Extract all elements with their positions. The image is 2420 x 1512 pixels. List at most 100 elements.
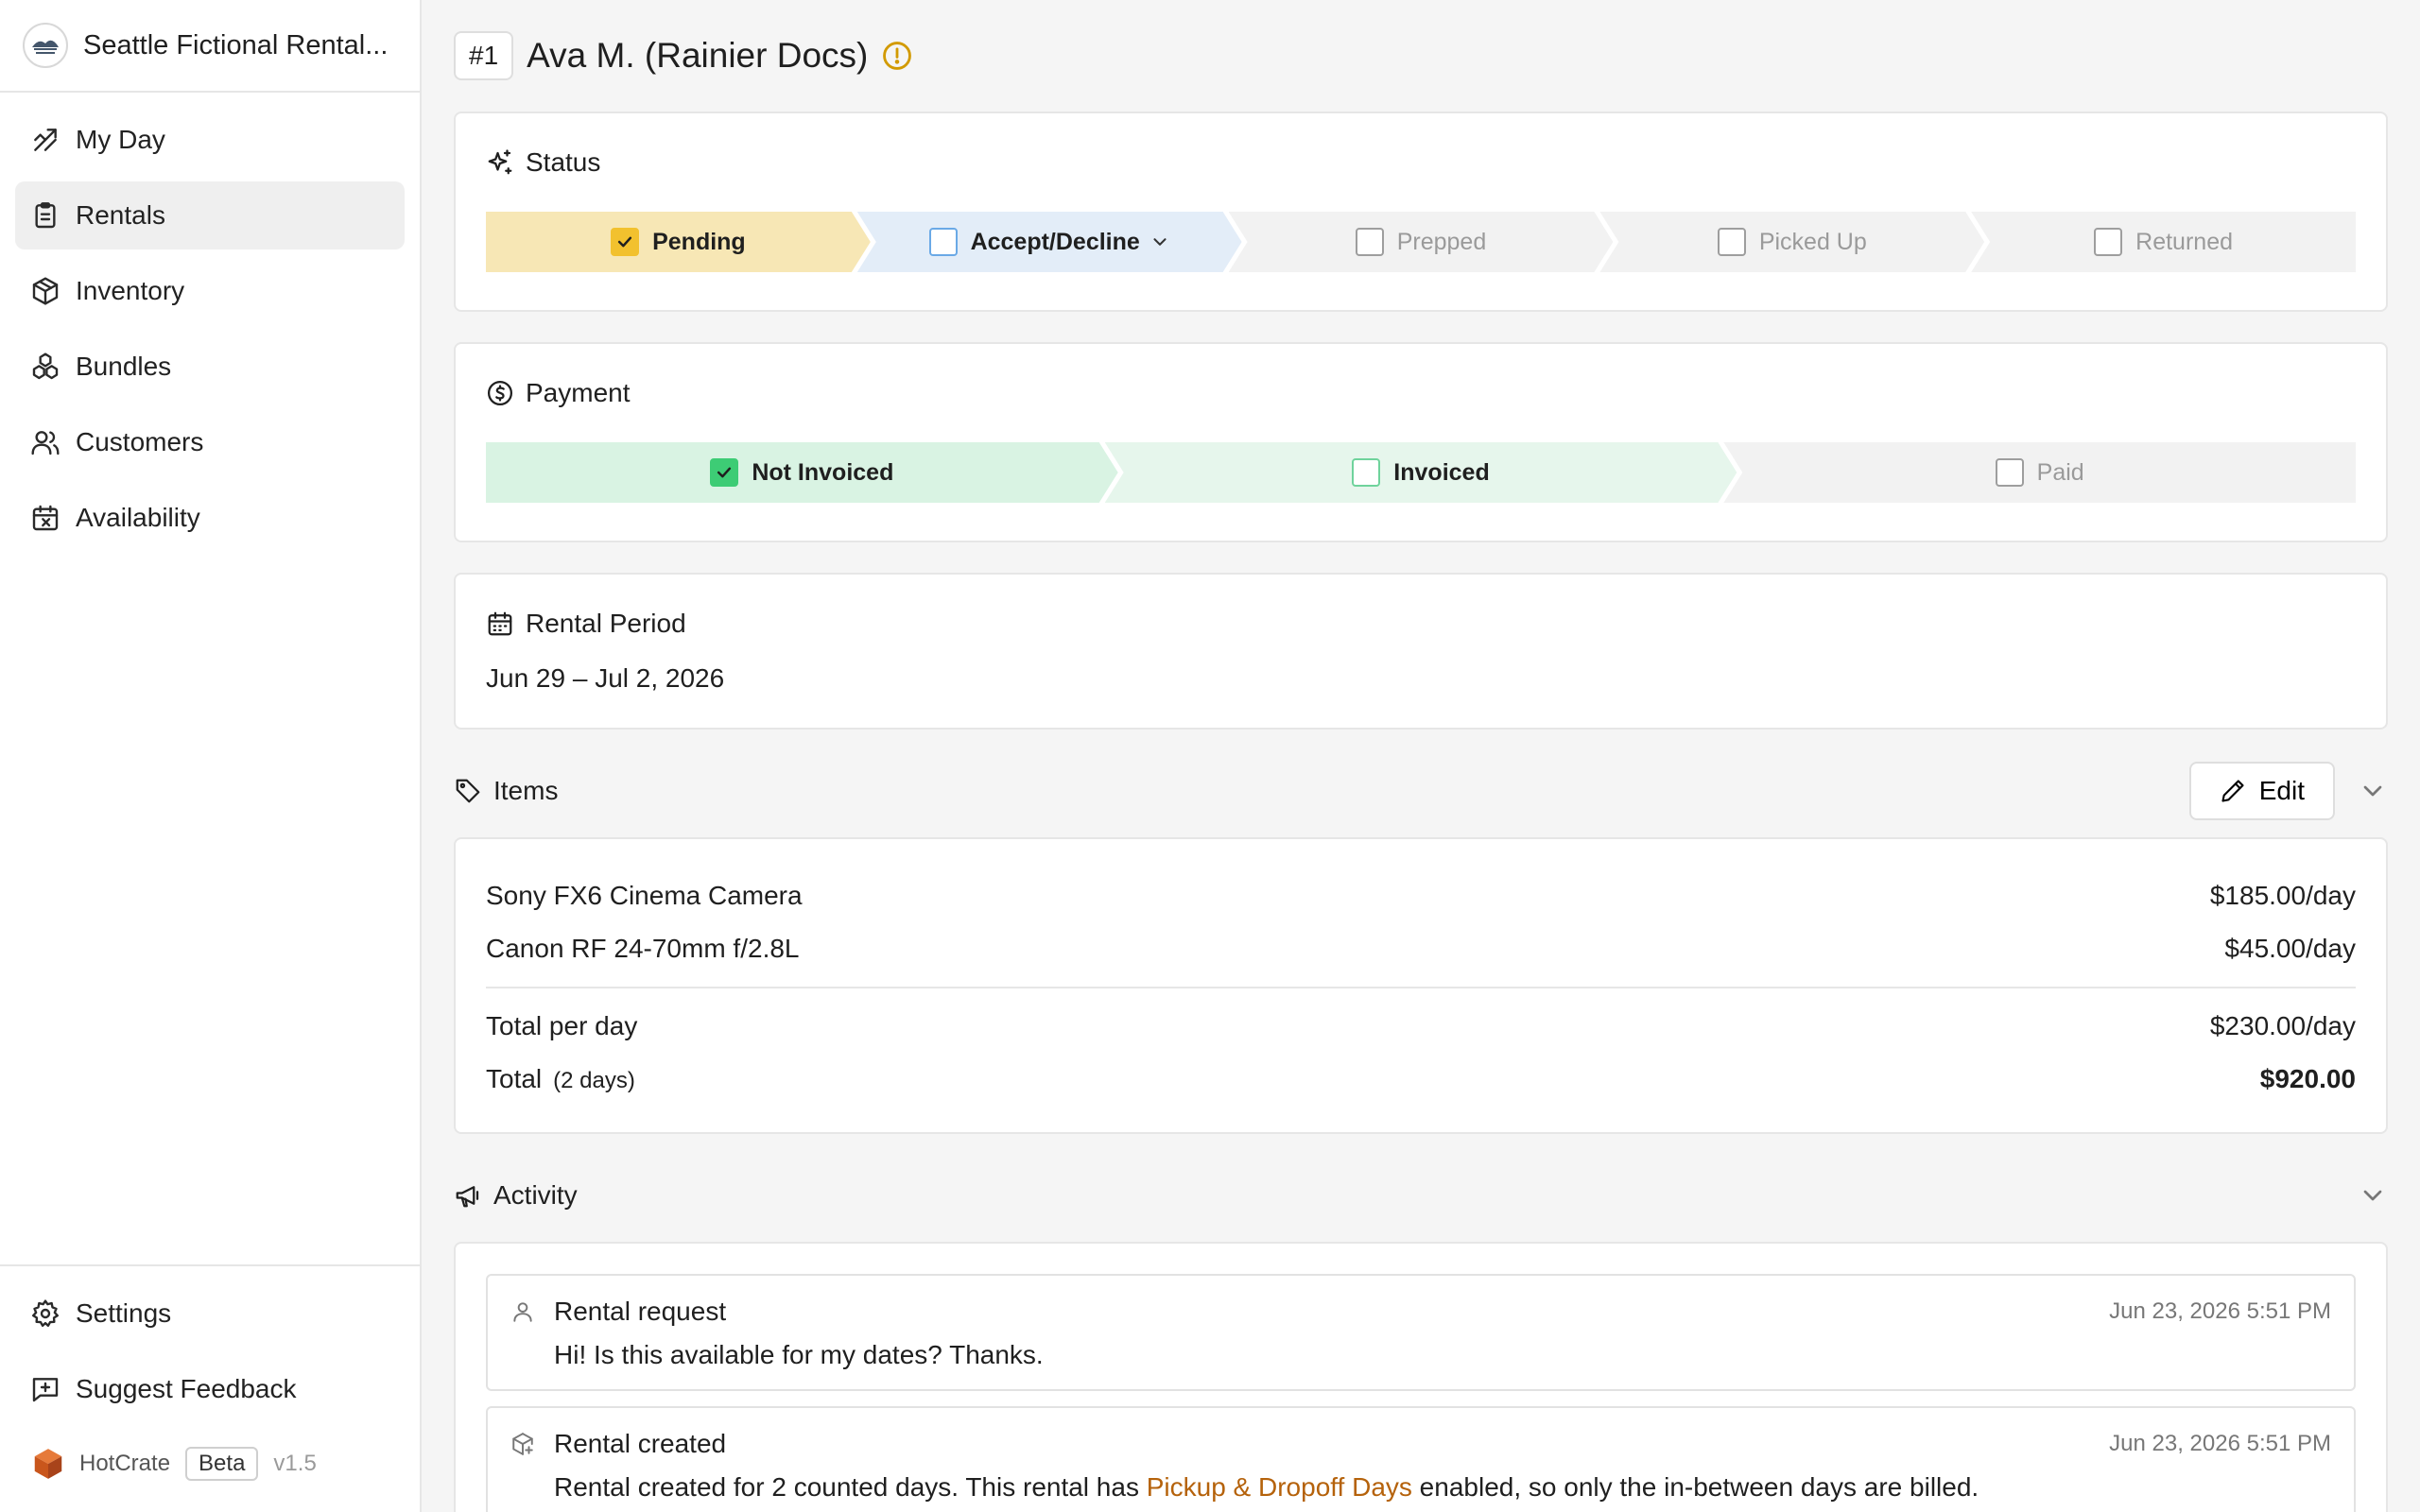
step-label: Invoiced (1393, 458, 1490, 486)
step-label: Accept/Decline (970, 228, 1140, 255)
checkbox (1352, 458, 1380, 487)
activity-body-text: Rental created for 2 counted days. This … (554, 1472, 1147, 1502)
activity-title-text: Rental request (554, 1297, 727, 1326)
status-step-returned[interactable]: Returned (1971, 212, 2356, 272)
sidebar-item-availability[interactable]: Availability (15, 484, 405, 552)
org-logo (23, 23, 68, 68)
activity-timestamp: Jun 23, 2026 5:51 PM (2109, 1431, 2331, 1456)
sidebar-item-bundles[interactable]: Bundles (15, 333, 405, 401)
status-step-accept-decline[interactable]: Accept/Decline (857, 212, 1242, 272)
clipboard-icon (35, 202, 56, 229)
items-title: Items (493, 776, 559, 805)
org-switcher[interactable]: Seattle Fictional Rental... (0, 0, 420, 93)
activity-entry: Rental request Jun 23, 2026 5:51 PM Hi! … (486, 1274, 2356, 1391)
sidebar-item-suggest-feedback[interactable]: Suggest Feedback (15, 1355, 405, 1423)
rental-period-card: Rental Period Jun 29 – Jul 2, 2026 (454, 573, 2388, 730)
boxes-icon (32, 352, 59, 380)
sidebar-item-label: Customers (76, 427, 204, 456)
items-card: Sony FX6 Cinema Camera $185.00/day Canon… (454, 837, 2388, 1134)
item-name: Sony FX6 Cinema Camera (486, 881, 803, 910)
payment-heading: Payment (486, 344, 2356, 442)
activity-title-text: Rental created (554, 1429, 727, 1458)
rental-period-title: Rental Period (526, 609, 686, 638)
users-icon (31, 431, 60, 455)
item-price: $185.00/day (2209, 881, 2356, 910)
step-label: Not Invoiced (752, 458, 894, 486)
activity-title: Activity (493, 1180, 578, 1210)
pickup-dropoff-days-link[interactable]: Pickup & Dropoff Days (1147, 1472, 1412, 1502)
total-per-day-label: Total per day (486, 1011, 638, 1040)
rental-detail: #1 Ava M. (Rainier Docs) Status Pending … (454, 0, 2388, 1512)
status-step-prepped[interactable]: Prepped (1229, 212, 1614, 272)
beta-badge: Beta (185, 1447, 259, 1481)
total-per-day-row: Total per day $230.00/day (486, 1000, 2356, 1053)
sidebar-item-label: Suggest Feedback (76, 1374, 297, 1403)
sparkles-icon (488, 149, 512, 175)
pencil-icon (2221, 780, 2244, 802)
status-title: Status (526, 147, 601, 177)
check-icon (611, 228, 639, 256)
sidebar-item-label: Rentals (76, 200, 165, 230)
org-name: Seattle Fictional Rental... (83, 29, 389, 60)
total-days: (2 days) (553, 1068, 635, 1093)
rental-number-badge: #1 (454, 31, 514, 80)
item-row: Sony FX6 Cinema Camera $185.00/day (486, 869, 2356, 922)
sidebar-item-rentals[interactable]: Rentals (15, 181, 405, 249)
feedback-plus-icon (32, 1378, 59, 1402)
checkbox (2094, 228, 2123, 256)
status-heading: Status (486, 113, 2356, 212)
step-label: Returned (2135, 228, 2234, 255)
step-label: Pending (652, 228, 746, 255)
activity-body-text: enabled, so only the in-between days are… (1411, 1472, 1979, 1502)
dollar-circle-icon (488, 381, 512, 405)
payment-step-not-invoiced[interactable]: Not Invoiced (486, 442, 1118, 503)
activity-body: Rental created for 2 counted days. This … (554, 1472, 2331, 1503)
alert-circle-icon[interactable] (881, 40, 913, 72)
chevron-down-icon[interactable] (2358, 1180, 2388, 1211)
hotcrate-logo-icon (34, 1449, 62, 1479)
item-price: $45.00/day (2224, 934, 2356, 963)
sidebar-item-label: Bundles (76, 352, 172, 381)
user-icon (513, 1302, 532, 1322)
sidebar: Seattle Fictional Rental... My Day Renta… (0, 0, 422, 1512)
total-value: $920.00 (2259, 1064, 2356, 1093)
activity-body: Hi! Is this available for my dates? Than… (554, 1340, 1044, 1369)
payment-step-paid[interactable]: Paid (1723, 442, 2357, 503)
package-plus-icon (512, 1433, 533, 1455)
sidebar-item-inventory[interactable]: Inventory (15, 257, 405, 325)
chevron-down-icon[interactable] (2358, 776, 2388, 806)
gear-icon (32, 1299, 59, 1327)
main-nav: My Day Rentals Inventory Bundles Custome… (0, 93, 420, 552)
chevron-down-icon (1150, 232, 1170, 252)
payment-step-invoiced[interactable]: Invoiced (1105, 442, 1737, 503)
divider (486, 987, 2356, 988)
box-icon (32, 277, 59, 305)
status-card: Status Pending Accept/Decline Prepped Pi… (454, 112, 2388, 312)
sidebar-item-my-day[interactable]: My Day (15, 106, 405, 174)
status-stepper: Pending Accept/Decline Prepped Picked Up… (486, 212, 2356, 272)
rental-period-value: Jun 29 – Jul 2, 2026 (486, 663, 725, 693)
sidebar-item-customers[interactable]: Customers (15, 408, 405, 476)
step-label: Picked Up (1758, 228, 1867, 255)
items-heading: Items Edit (454, 745, 2388, 837)
status-step-pending[interactable]: Pending (486, 212, 871, 272)
checkbox (1995, 458, 2024, 487)
payment-stepper: Not Invoiced Invoiced Paid (486, 442, 2357, 503)
edit-items-button[interactable]: Edit (2188, 762, 2335, 820)
rental-period-heading: Rental Period (486, 575, 2356, 673)
item-name: Canon RF 24-70mm f/2.8L (486, 934, 800, 963)
calendar-x-icon (32, 505, 59, 531)
check-icon (710, 458, 738, 487)
status-step-picked-up[interactable]: Picked Up (1599, 212, 1984, 272)
sidebar-item-label: My Day (76, 125, 165, 154)
total-label: Total (486, 1064, 543, 1093)
checkbox (1356, 228, 1384, 256)
sidebar-item-settings[interactable]: Settings (15, 1280, 405, 1348)
trend-arrow-icon (34, 129, 57, 151)
edit-label: Edit (2258, 776, 2305, 805)
item-row: Canon RF 24-70mm f/2.8L $45.00/day (486, 922, 2356, 975)
sidebar-item-label: Availability (76, 503, 200, 532)
payment-title: Payment (526, 378, 631, 407)
activity-timestamp: Jun 23, 2026 5:51 PM (2109, 1298, 2331, 1324)
page-title: Ava M. (Rainier Docs) (527, 36, 869, 75)
